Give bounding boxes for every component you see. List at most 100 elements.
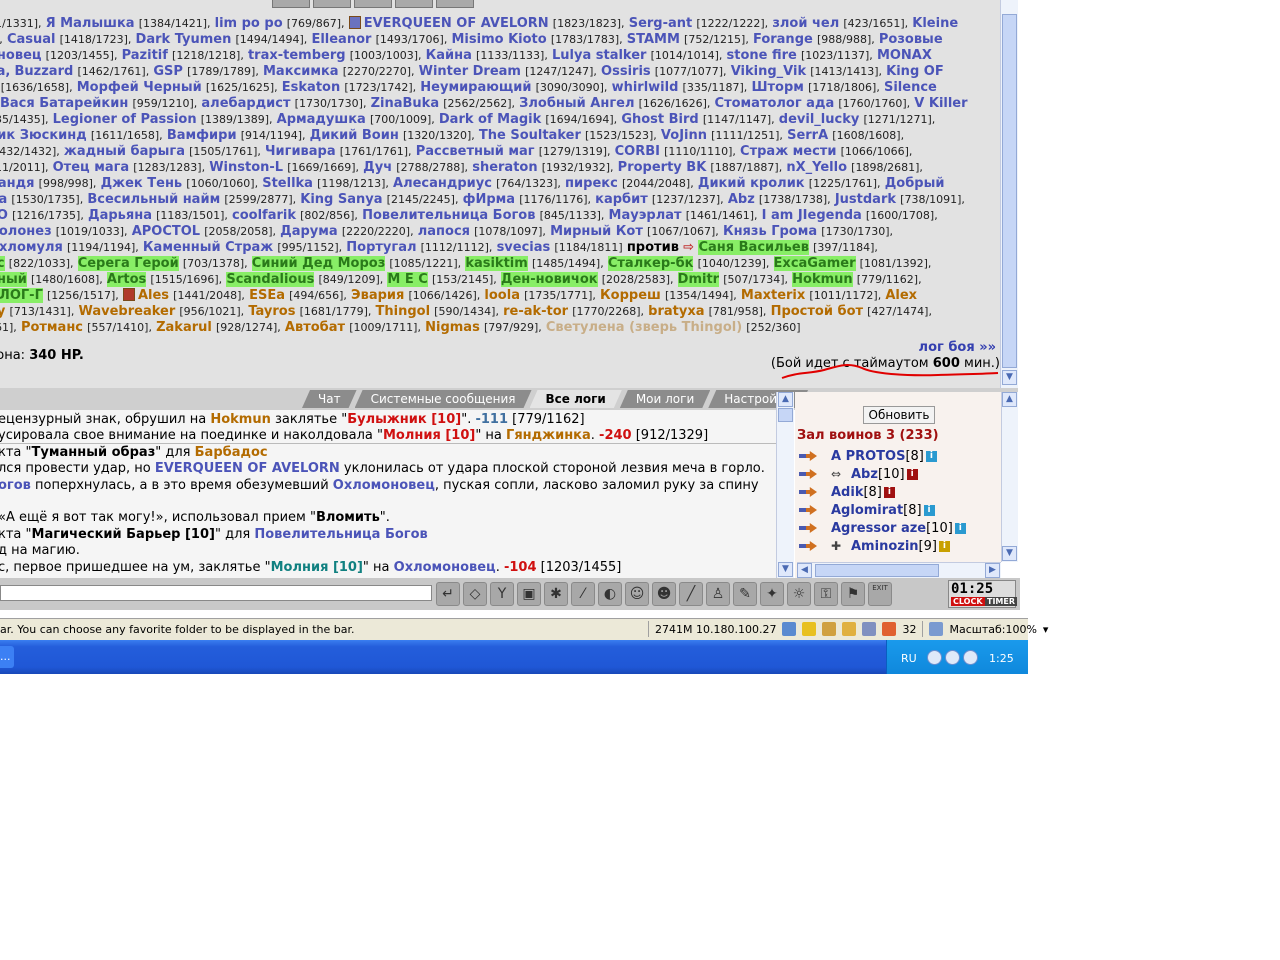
chat-scrollbar[interactable]: ▲ ▼ xyxy=(776,392,794,578)
fighter-name[interactable]: VoJinn xyxy=(661,128,707,143)
battle-log-link[interactable]: лог боя »» xyxy=(919,340,996,355)
fighter-name[interactable]: Forange xyxy=(753,32,813,47)
fighter-name[interactable]: ос xyxy=(0,256,5,271)
tab-system[interactable]: Системные сообщения xyxy=(355,390,532,408)
fighter-name[interactable]: Стоматолог ада xyxy=(715,96,835,111)
fighter-name[interactable]: лапося xyxy=(418,224,470,239)
fighter-name[interactable]: Hokmun xyxy=(792,272,853,287)
fighter-name[interactable]: Serg-ant xyxy=(629,16,693,31)
status-zoom[interactable]: Масштаб:100% xyxy=(949,623,1036,636)
player-name[interactable]: Abz xyxy=(851,467,878,482)
fighter-name[interactable]: Розовые xyxy=(879,32,943,47)
fighter-name[interactable]: stone fire xyxy=(727,48,797,63)
player-name[interactable]: Барбадос xyxy=(195,445,268,460)
fighter-name[interactable]: Nigmas xyxy=(425,320,480,335)
fighter-name[interactable]: Дуч xyxy=(363,160,392,175)
toolbar-action-button[interactable]: EXIT xyxy=(868,582,892,606)
fighter-name[interactable]: Страж мести xyxy=(740,144,836,159)
fighter-name[interactable]: нный xyxy=(0,272,27,287)
fighter-name[interactable]: SerrA xyxy=(787,128,828,143)
fighter-name[interactable]: Кайна xyxy=(426,48,472,63)
fighter-name[interactable]: ka, xyxy=(0,64,10,79)
battle-arrow-icon[interactable] xyxy=(799,467,821,481)
battle-arrow-icon[interactable] xyxy=(799,449,821,463)
fighter-name[interactable]: STAMM xyxy=(627,32,680,47)
print-icon[interactable] xyxy=(822,622,837,636)
fighter-name[interactable]: Dark Tyumen xyxy=(136,32,232,47)
fighter-name[interactable]: Автобат xyxy=(285,320,345,335)
fighter-name[interactable]: V Killer xyxy=(914,96,967,111)
fighter-name[interactable]: I am JIegenda xyxy=(762,208,862,223)
fighter-name[interactable]: King Sanya xyxy=(300,192,382,207)
fighter-name[interactable]: Wavebreaker xyxy=(78,304,175,319)
hall-scrollbar[interactable]: ▲ ▼ xyxy=(1001,392,1018,562)
toolbar-action-button[interactable]: Y xyxy=(490,582,514,606)
fighter-name[interactable]: APOCTOL xyxy=(132,224,200,239)
fighter-name[interactable]: жадный барыга xyxy=(64,144,185,159)
tray-app-icon[interactable] xyxy=(963,650,978,665)
fighter-name[interactable]: Каменный Страж xyxy=(143,240,273,255)
top-icon[interactable] xyxy=(436,0,474,8)
clan-emblem-icon[interactable] xyxy=(122,288,135,301)
fighter-name[interactable]: Дикий кролик xyxy=(698,176,805,191)
player-name[interactable]: EVERQUEEN OF AVELORN xyxy=(155,461,340,476)
fighter-name[interactable]: Всесильный найм xyxy=(87,192,220,207)
tray-clock[interactable]: 1:25 xyxy=(989,652,1014,665)
tab-all-logs[interactable]: Все логи xyxy=(530,390,622,408)
fighter-name[interactable]: Шторм xyxy=(751,80,803,95)
fighter-name[interactable]: Я Малышка xyxy=(46,16,135,31)
fighter-name[interactable]: Полонез xyxy=(0,224,52,239)
refresh-button[interactable]: Обновить xyxy=(863,406,935,424)
fighter-name[interactable]: Misimo Kioto xyxy=(451,32,546,47)
fighter-name[interactable]: Elleanor xyxy=(311,32,371,47)
fighter-name[interactable]: Мауэрлат xyxy=(609,208,682,223)
top-icon[interactable] xyxy=(272,0,310,8)
battle-arrow-icon[interactable] xyxy=(799,485,821,499)
player-name[interactable]: Aglomirat xyxy=(831,503,903,518)
fighter-name[interactable]: Джек Тень xyxy=(101,176,183,191)
folder-icon[interactable] xyxy=(842,622,857,636)
hall-player-row[interactable]: ✚ Aminozin [9] i xyxy=(799,537,950,555)
download-icon[interactable] xyxy=(782,622,797,636)
toolbar-action-button[interactable]: ✦ xyxy=(760,582,784,606)
fighter-name[interactable]: Максимка xyxy=(263,64,339,79)
fighter-name[interactable]: Простой бот xyxy=(771,304,863,319)
fighter-name[interactable]: Legioner of Passion xyxy=(53,112,197,127)
fighter-name[interactable]: Viking_Vik xyxy=(731,64,806,79)
fighter-name[interactable]: Buzzard xyxy=(15,64,74,79)
player-name[interactable]: Aminozin xyxy=(851,539,919,554)
fighter-name[interactable]: Эвария xyxy=(351,288,404,303)
fighter-name[interactable]: King OF xyxy=(886,64,944,79)
chevron-down-icon[interactable]: ▾ xyxy=(1043,623,1049,636)
fighter-name[interactable]: карбит xyxy=(595,192,648,207)
fighter-name[interactable]: Stellka xyxy=(262,176,313,191)
fighter-name[interactable]: да xyxy=(0,192,7,207)
fighter-name[interactable]: Property BK xyxy=(618,160,707,175)
fighter-name[interactable]: Дарьяна xyxy=(88,208,152,223)
fighter-name[interactable]: Чигивара xyxy=(265,144,336,159)
fighter-name[interactable]: Alex xyxy=(885,288,917,303)
fighter-name[interactable]: Бандя xyxy=(0,176,35,191)
fighter-name[interactable]: svecias xyxy=(497,240,551,255)
fighter-name[interactable]: loola xyxy=(484,288,520,303)
language-indicator[interactable]: RU xyxy=(901,652,917,665)
player-name[interactable]: Agressor aze xyxy=(831,521,926,536)
fighter-name[interactable]: Ден-новичок xyxy=(500,272,598,287)
scroll-thumb[interactable] xyxy=(815,564,939,577)
fighter-name[interactable]: Scandalious xyxy=(226,272,315,287)
fighter-name[interactable]: Светулена (зверь Thingol) xyxy=(546,320,742,335)
fighter-name[interactable]: ESEa xyxy=(249,288,285,303)
toolbar-action-button[interactable]: ♙ xyxy=(706,582,730,606)
tab-chat[interactable]: Чат xyxy=(302,390,357,408)
tray-network-icon[interactable] xyxy=(945,650,960,665)
scroll-up-button[interactable]: ▲ xyxy=(1002,392,1017,407)
fighter-name[interactable]: Eskaton xyxy=(282,80,340,95)
scroll-up-button[interactable]: ▲ xyxy=(778,392,793,407)
hall-player-row[interactable]: A PROTOS [8] i xyxy=(799,447,937,465)
fighter-name[interactable]: re-ak-tor xyxy=(503,304,568,319)
battle-scrollbar[interactable]: ▼ xyxy=(1000,0,1018,388)
fighter-name[interactable]: EVERQUEEN OF AVELORN xyxy=(364,16,549,31)
player-info-icon[interactable]: i xyxy=(906,468,918,480)
fighter-name[interactable]: Сталкер-бк xyxy=(607,256,694,271)
fighter-name[interactable]: Dmitr xyxy=(677,272,720,287)
